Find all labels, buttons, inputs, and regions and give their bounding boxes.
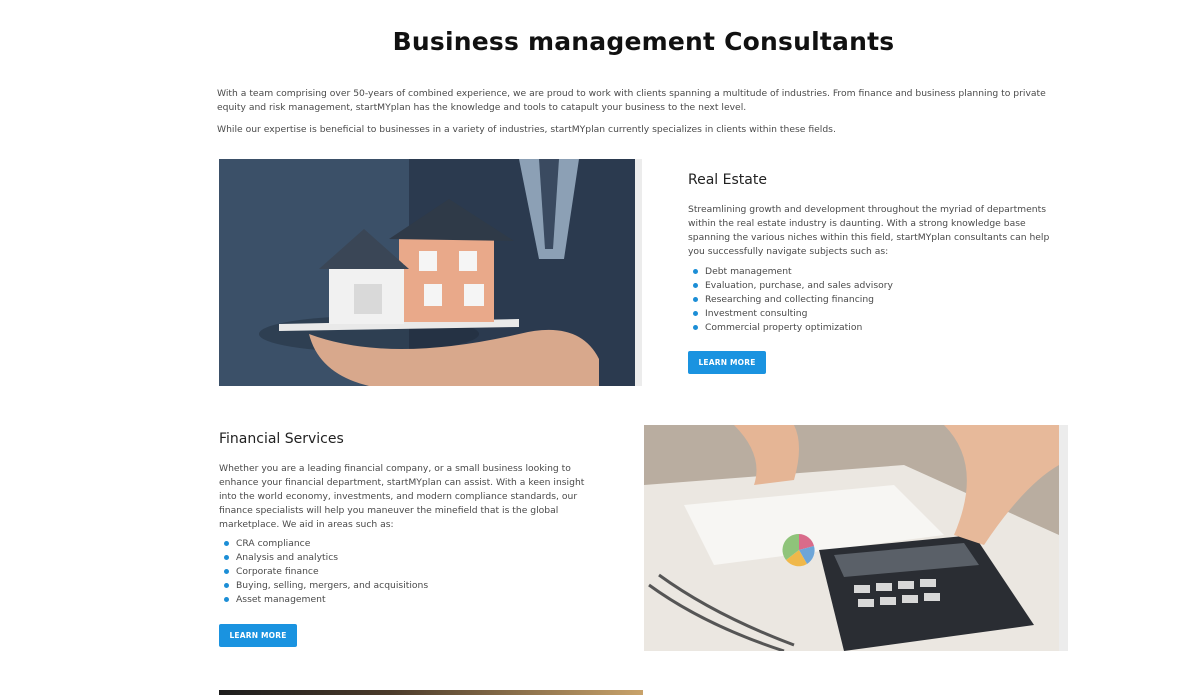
image-shadow xyxy=(635,159,642,386)
bullet-icon xyxy=(693,283,698,288)
list-item: Corporate finance xyxy=(220,565,428,579)
financial-services-learn-more-button[interactable]: LEARN MORE xyxy=(219,624,297,647)
intro-paragraph-1: With a team comprising over 50-years of … xyxy=(217,88,1046,113)
house-in-hand-illustration xyxy=(219,159,635,386)
intro-paragraph-2: While our expertise is beneficial to bus… xyxy=(217,124,836,135)
financial-services-image xyxy=(644,425,1059,651)
financial-services-list: CRA compliance Analysis and analytics Co… xyxy=(220,537,428,607)
real-estate-list: Debt management Evaluation, purchase, an… xyxy=(689,265,893,335)
page-title: Business management Consultants xyxy=(392,27,895,56)
list-item: Buying, selling, mergers, and acquisitio… xyxy=(220,579,428,593)
bullet-icon xyxy=(224,555,229,560)
real-estate-learn-more-button[interactable]: LEARN MORE xyxy=(688,351,766,374)
bullet-icon xyxy=(693,325,698,330)
real-estate-description: Streamlining growth and development thro… xyxy=(688,204,1050,257)
calculator-desk-illustration xyxy=(644,425,1059,651)
bullet-icon xyxy=(224,541,229,546)
financial-services-description: Whether you are a leading financial comp… xyxy=(219,463,585,530)
real-estate-image xyxy=(219,159,635,386)
real-estate-title: Real Estate xyxy=(688,172,767,188)
list-item: Commercial property optimization xyxy=(689,321,893,335)
bullet-icon xyxy=(693,297,698,302)
bullet-icon xyxy=(693,269,698,274)
list-item: Asset management xyxy=(220,593,428,607)
list-item: CRA compliance xyxy=(220,537,428,551)
financial-services-title: Financial Services xyxy=(219,431,344,447)
list-item: Researching and collecting financing xyxy=(689,293,893,307)
bullet-icon xyxy=(693,311,698,316)
bullet-icon xyxy=(224,569,229,574)
next-section-image xyxy=(219,690,643,695)
list-item: Investment consulting xyxy=(689,307,893,321)
bullet-icon xyxy=(224,597,229,602)
list-item: Analysis and analytics xyxy=(220,551,428,565)
list-item: Evaluation, purchase, and sales advisory xyxy=(689,279,893,293)
list-item: Debt management xyxy=(689,265,893,279)
bullet-icon xyxy=(224,583,229,588)
image-shadow xyxy=(1059,425,1068,651)
